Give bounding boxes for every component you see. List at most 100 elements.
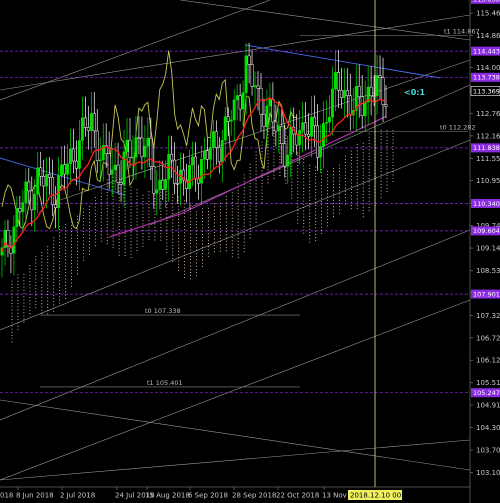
cloud-dot — [267, 175, 269, 177]
cloud-dot — [112, 192, 114, 194]
cloud-dot — [219, 205, 221, 207]
cloud-dot — [243, 228, 245, 230]
cloud-dot — [47, 303, 49, 305]
cloud-dot — [166, 191, 168, 193]
cloud-dot — [118, 184, 120, 186]
cloud-dot — [321, 172, 323, 174]
cloud-dot — [201, 208, 204, 210]
cloud-dot — [243, 199, 245, 202]
cloud-dot — [17, 280, 19, 282]
cloud-dot — [65, 233, 67, 235]
cloud-dot — [285, 182, 287, 184]
cloud-dot — [255, 183, 257, 185]
cloud-dot — [207, 236, 210, 238]
cloud-dot — [249, 166, 251, 169]
cloud-dot — [59, 296, 61, 298]
cloud-dot — [243, 190, 245, 192]
candle-bull — [143, 145, 147, 158]
cloud-dot — [261, 176, 263, 178]
cloud-dot — [166, 248, 168, 250]
cloud-dot — [53, 256, 55, 258]
cloud-dot — [178, 260, 180, 262]
cloud-dot — [94, 235, 96, 237]
cloud-dot — [166, 232, 168, 234]
cloud-dot — [47, 252, 49, 254]
cloud-dot — [130, 221, 132, 223]
cloud-dot — [368, 178, 370, 180]
cloud-dot — [11, 302, 13, 305]
cloud-dot — [362, 181, 364, 183]
cloud-dot — [255, 186, 257, 188]
cloud-dot — [94, 238, 96, 240]
cloud-dot — [255, 205, 257, 207]
cloud-dot — [94, 219, 96, 221]
cloud-dot — [178, 238, 180, 240]
cloud-dot — [273, 177, 275, 179]
cloud-dot — [392, 164, 394, 166]
cloud-dot — [59, 302, 61, 304]
cloud-dot — [130, 237, 132, 239]
cloud-dot — [47, 294, 49, 296]
cloud-dot — [356, 201, 358, 203]
cloud-dot — [106, 198, 108, 200]
candle-bull — [155, 189, 159, 194]
cloud-dot — [130, 250, 132, 252]
current-price-tag: 113.369 — [470, 86, 500, 96]
cloud-dot — [207, 252, 210, 254]
cloud-dot — [231, 233, 233, 235]
cloud-dot — [326, 199, 329, 201]
cloud-dot — [196, 220, 198, 222]
cloud-dot — [35, 291, 37, 293]
cloud-dot — [106, 240, 108, 242]
cloud-dot — [201, 240, 204, 242]
candle-bull — [268, 99, 272, 107]
cloud-dot — [344, 197, 346, 199]
candle-bull — [164, 179, 168, 190]
cloud-dot — [303, 229, 305, 231]
cloud-dot — [261, 151, 263, 153]
cloud-dot — [213, 232, 215, 234]
cloud-dot — [321, 207, 323, 209]
candle-bull — [60, 164, 63, 176]
cloud-dot — [297, 152, 299, 154]
cloud-dot — [166, 223, 168, 225]
cloud-dot — [130, 202, 132, 204]
cloud-dot — [243, 209, 245, 211]
cloud-dot — [11, 325, 13, 327]
cloud-dot — [338, 186, 340, 189]
cloud-dot — [237, 189, 239, 191]
cloud-dot — [124, 191, 126, 193]
cloud-dot — [273, 145, 275, 147]
cloud-dot — [118, 203, 120, 205]
candle-bear — [378, 75, 382, 78]
cloud-dot — [88, 221, 90, 223]
cloud-dot — [184, 270, 186, 272]
cloud-dot — [190, 239, 192, 242]
cloud-dot — [362, 200, 364, 202]
cloud-dot — [243, 247, 245, 250]
cloud-dot — [231, 246, 233, 248]
cloud-dot — [243, 241, 245, 243]
cloud-dot — [392, 180, 394, 182]
cloud-dot — [11, 315, 13, 317]
cloud-dot — [184, 267, 186, 269]
cloud-dot — [321, 181, 323, 183]
cloud-dot — [315, 227, 317, 229]
time-tick-label: 6 Sep 2018 — [188, 492, 228, 500]
candle-bear — [205, 150, 209, 160]
cloud-dot — [136, 198, 138, 200]
cloud-dot — [196, 256, 198, 258]
cloud-dot — [219, 209, 221, 211]
cloud-dot — [17, 287, 19, 289]
cloud-dot — [225, 221, 227, 223]
price-chart[interactable]: t1 114.867 t0 112.282 t0 107.338 t1 105.401… — [0, 0, 500, 503]
candle-bear — [116, 164, 120, 183]
cloud-dot — [184, 216, 186, 218]
cloud-dot — [362, 213, 364, 215]
cloud-dot — [225, 247, 227, 249]
cloud-dot — [243, 187, 245, 189]
cloud-dot — [142, 242, 144, 244]
cloud-dot — [190, 262, 192, 264]
cloud-dot — [178, 250, 180, 252]
cloud-dot — [94, 203, 96, 205]
